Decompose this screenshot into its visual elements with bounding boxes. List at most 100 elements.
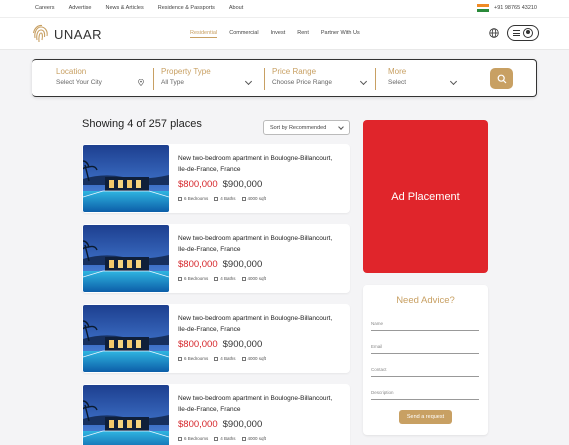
listing-title[interactable]: New two-bedroom apartment in Boulogne-Bi… xyxy=(178,313,338,335)
baths-spec: 4 Baths xyxy=(214,276,236,281)
nav-invest[interactable]: Invest xyxy=(271,30,286,38)
area-spec: 4000 sqft xyxy=(241,356,267,361)
listing-specs: 6 Bedrooms 4 Baths 4000 sqft xyxy=(178,436,266,441)
bedrooms-spec: 6 Bedrooms xyxy=(178,196,208,201)
need-advice-form: Need Advice? Name Email Contact Descript… xyxy=(363,285,488,435)
advice-title: Need Advice? xyxy=(396,295,455,306)
bedrooms-value: 6 Bedrooms xyxy=(184,436,209,441)
listing-title[interactable]: New two-bedroom apartment in Boulogne-Bi… xyxy=(178,233,338,255)
area-spec: 4000 sqft xyxy=(241,196,267,201)
residence-passports-link[interactable]: Residence & Passports xyxy=(158,5,215,11)
location-value: Select Your City xyxy=(56,79,102,86)
nav-residential[interactable]: Residential xyxy=(190,30,218,38)
listing-price: $800,000 xyxy=(178,259,218,270)
contact-field[interactable]: Contact xyxy=(371,367,479,377)
price-range-value: Choose Price Range xyxy=(272,79,332,86)
bed-icon xyxy=(178,436,182,441)
area-spec: 4000 sqft xyxy=(241,276,267,281)
listing-card[interactable]: New two-bedroom apartment in Boulogne-Bi… xyxy=(82,144,350,213)
listing-photo[interactable] xyxy=(83,145,169,212)
nav-partner-with-us[interactable]: Partner With Us xyxy=(321,30,360,38)
chevron-down-icon xyxy=(338,123,344,130)
utility-links: Careers Advertise News & Articles Reside… xyxy=(35,5,243,11)
location-field[interactable]: Location Select Your City xyxy=(56,67,144,86)
phone-contact[interactable]: +91 98765 43210 xyxy=(477,4,537,13)
bed-icon xyxy=(178,356,182,361)
listing-prices: $800,000 $900,000 xyxy=(178,259,262,270)
listing-title[interactable]: New two-bedroom apartment in Boulogne-Bi… xyxy=(178,153,338,175)
location-label: Location xyxy=(56,67,87,76)
area-icon xyxy=(241,356,246,361)
listing-card[interactable]: New two-bedroom apartment in Boulogne-Bi… xyxy=(82,224,350,293)
price-range-field[interactable]: Price Range Choose Price Range xyxy=(272,67,368,86)
india-flag-icon xyxy=(477,4,490,13)
advertise-link[interactable]: Advertise xyxy=(69,5,92,11)
property-type-field[interactable]: Property Type All Type xyxy=(161,67,253,86)
careers-link[interactable]: Careers xyxy=(35,5,55,11)
nav-commercial[interactable]: Commercial xyxy=(229,30,258,38)
description-field[interactable]: Description xyxy=(371,390,479,400)
listing-photo[interactable] xyxy=(83,225,169,292)
more-value: Select xyxy=(388,79,407,86)
area-value: 4000 sqft xyxy=(247,196,267,201)
name-field[interactable]: Name xyxy=(371,321,479,331)
email-field[interactable]: Email xyxy=(371,344,479,354)
about-link[interactable]: About xyxy=(229,5,243,11)
send-request-button[interactable]: Send a request xyxy=(399,410,452,424)
bedrooms-spec: 6 Bedrooms xyxy=(178,356,208,361)
property-search-bar: Location Select Your City Property Type … xyxy=(32,59,537,97)
listing-old-price: $900,000 xyxy=(222,419,263,430)
chevron-down-icon xyxy=(359,77,368,86)
listing-specs: 6 Bedrooms 4 Baths 4000 sqft xyxy=(178,356,266,361)
area-spec: 4000 sqft xyxy=(241,436,267,441)
area-value: 4000 sqft xyxy=(247,276,267,281)
nav-rent[interactable]: Rent xyxy=(297,30,309,38)
listing-prices: $800,000 $900,000 xyxy=(178,339,262,350)
search-button[interactable] xyxy=(490,68,513,89)
bath-icon xyxy=(214,356,219,361)
phone-number: +91 98765 43210 xyxy=(494,5,537,11)
nav-actions xyxy=(489,25,539,41)
fingerprint-logo-icon xyxy=(32,24,48,43)
listing-price: $800,000 xyxy=(178,339,218,350)
listing-card[interactable]: New two-bedroom apartment in Boulogne-Bi… xyxy=(82,384,350,445)
listing-price: $800,000 xyxy=(178,179,218,190)
more-field[interactable]: More Select xyxy=(388,67,458,86)
chevron-down-icon xyxy=(449,77,458,86)
logo[interactable]: UNAAR xyxy=(32,24,102,44)
news-articles-link[interactable]: News & Articles xyxy=(106,5,144,11)
listing-specs: 6 Bedrooms 4 Baths 4000 sqft xyxy=(178,196,266,201)
listing-card[interactable]: New two-bedroom apartment in Boulogne-Bi… xyxy=(82,304,350,373)
baths-value: 4 Baths xyxy=(220,356,236,361)
area-icon xyxy=(241,276,246,281)
area-icon xyxy=(241,436,246,441)
globe-icon[interactable] xyxy=(489,28,499,38)
bedrooms-value: 6 Bedrooms xyxy=(184,196,209,201)
bed-icon xyxy=(178,196,182,201)
location-pin-icon xyxy=(138,79,144,86)
listing-old-price: $900,000 xyxy=(222,179,263,190)
divider xyxy=(153,68,154,90)
listing-title[interactable]: New two-bedroom apartment in Boulogne-Bi… xyxy=(178,393,338,415)
area-value: 4000 sqft xyxy=(247,356,267,361)
ad-placement[interactable]: Ad Placement xyxy=(363,120,488,273)
divider xyxy=(375,68,376,90)
sort-dropdown[interactable]: Sort by Recommended xyxy=(263,120,350,135)
property-type-label: Property Type xyxy=(161,67,211,76)
search-icon xyxy=(497,74,506,83)
user-icon xyxy=(523,28,534,38)
main-navbar: UNAAR Residential Commercial Invest Rent… xyxy=(0,18,569,50)
baths-spec: 4 Baths xyxy=(214,436,236,441)
account-menu-button[interactable] xyxy=(507,25,539,41)
price-range-label: Price Range xyxy=(272,67,317,76)
baths-spec: 4 Baths xyxy=(214,196,236,201)
ad-label: Ad Placement xyxy=(391,190,460,203)
chevron-down-icon xyxy=(244,77,253,86)
listing-prices: $800,000 $900,000 xyxy=(178,179,262,190)
area-icon xyxy=(241,196,246,201)
area-value: 4000 sqft xyxy=(247,436,267,441)
results-count-heading: Showing 4 of 257 places xyxy=(82,118,202,130)
listing-photo[interactable] xyxy=(83,385,169,445)
listing-photo[interactable] xyxy=(83,305,169,372)
baths-value: 4 Baths xyxy=(220,276,236,281)
